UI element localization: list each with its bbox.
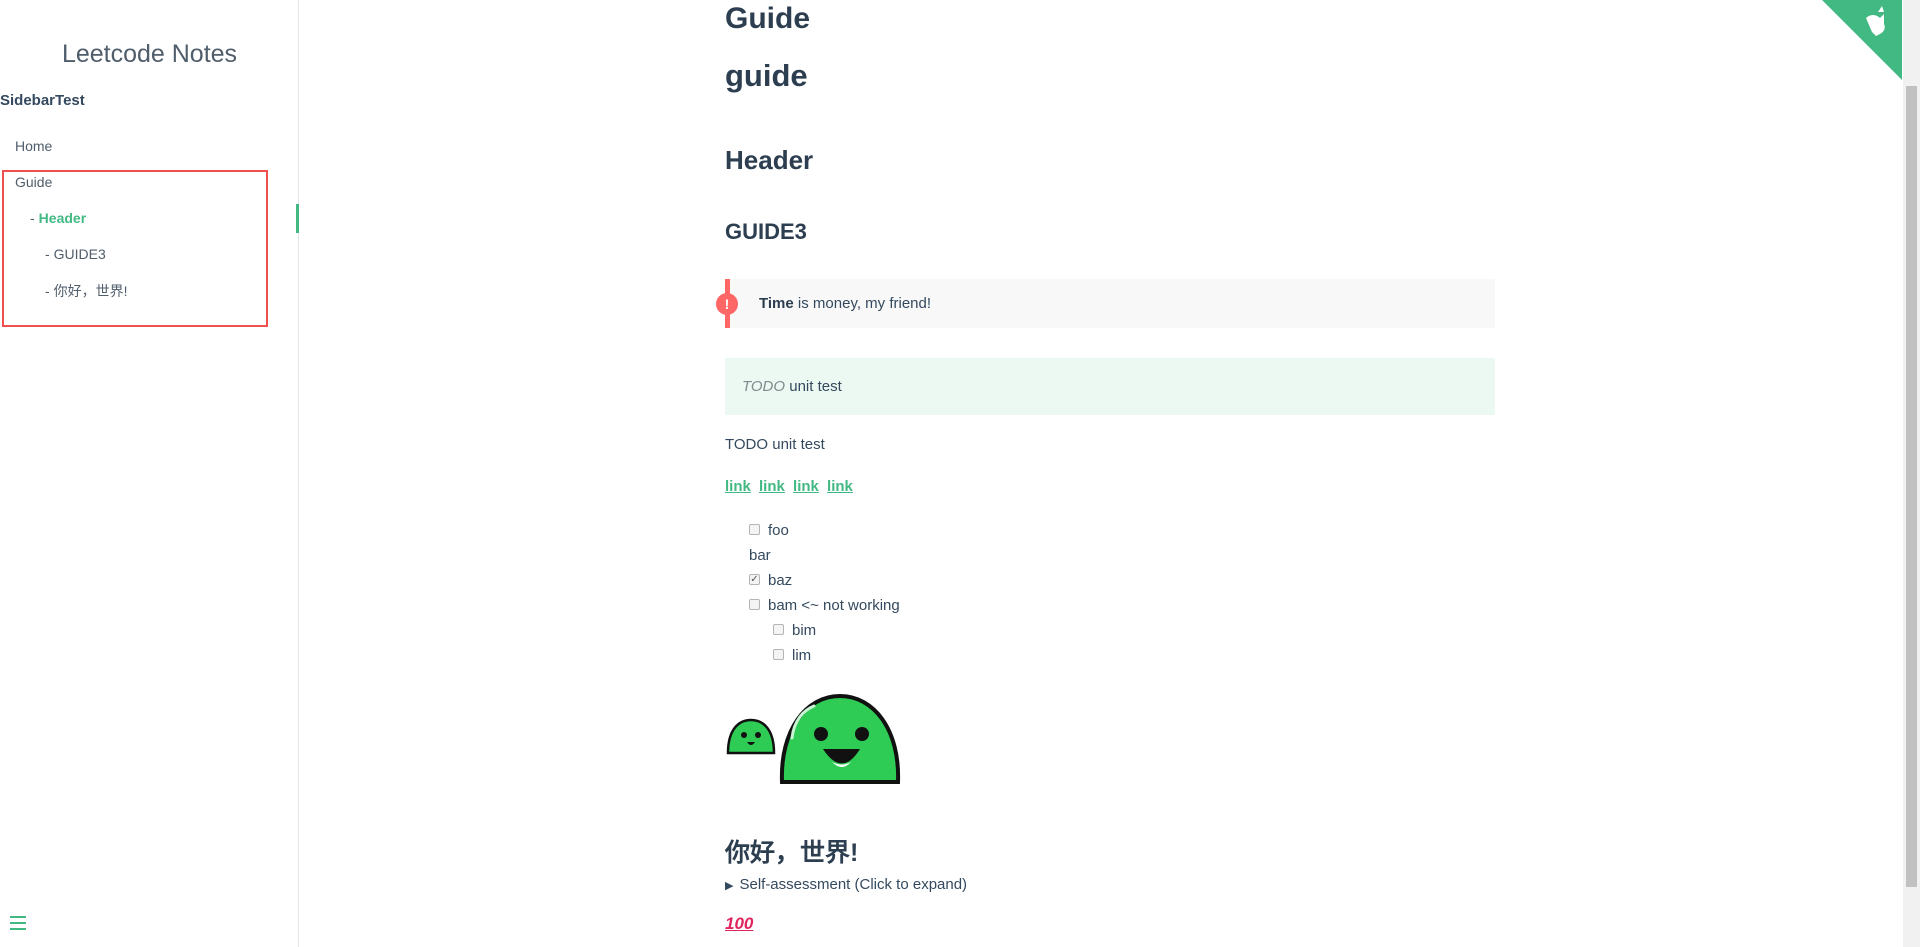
heading-hello-world: 你好，世界!: [725, 839, 859, 867]
heading-guide3: GUIDE3: [725, 219, 807, 244]
paragraph: TODO unit test: [725, 436, 825, 453]
task-checkbox[interactable]: [773, 623, 784, 635]
github-corner-icon[interactable]: [1822, 0, 1902, 80]
scrollbar-thumb[interactable]: [1906, 86, 1917, 887]
task-checkbox[interactable]: [773, 648, 784, 660]
sidebar: Leetcode Notes SidebarTest Home Guide -H…: [0, 0, 299, 947]
page-title: Guide: [725, 2, 811, 35]
task-label: bam <~ not working: [768, 597, 900, 614]
task-checkbox-checked[interactable]: ✓: [749, 573, 760, 585]
link[interactable]: link: [759, 478, 785, 495]
task-item-baz: ✓ baz: [749, 572, 792, 589]
app-name[interactable]: Leetcode Notes: [0, 40, 299, 69]
alert-icon: !: [716, 293, 738, 315]
heading-guide: guide: [725, 58, 808, 93]
tip-text: is money, my friend!: [793, 295, 932, 312]
active-section-indicator: [296, 204, 299, 233]
sidebar-item-home[interactable]: Home: [15, 138, 52, 154]
tip-strong: Time: [759, 295, 794, 312]
large-blob-image: [779, 693, 901, 784]
tip-callout: ! Time is money, my friend!: [716, 279, 1495, 328]
task-checkbox[interactable]: [749, 598, 760, 610]
heading-header: Header: [725, 145, 814, 175]
todo-emphasis: TODO: [742, 378, 786, 395]
todo-text: unit test: [785, 378, 842, 395]
todo-callout: TODO unit test: [725, 358, 1495, 415]
link[interactable]: link: [725, 478, 751, 495]
link[interactable]: link: [827, 478, 853, 495]
task-checkbox[interactable]: [749, 523, 760, 535]
link[interactable]: link: [793, 478, 819, 495]
highlight-box: [2, 170, 268, 327]
small-blob-image: [726, 718, 776, 755]
task-item-foo: foo: [749, 522, 789, 539]
task-item-bam: bam <~ not working: [749, 597, 900, 614]
task-item-bim: bim: [773, 622, 816, 639]
details-summary[interactable]: ▶ Self-assessment (Click to expand): [725, 876, 967, 893]
task-label: lim: [792, 647, 812, 664]
task-item-bar: bar: [749, 547, 771, 564]
details-summary-label: Self-assessment (Click to expand): [739, 876, 968, 893]
task-label: bim: [792, 622, 817, 639]
expand-triangle-icon: ▶: [725, 880, 734, 892]
menu-toggle-icon[interactable]: [10, 916, 26, 932]
task-label: bar: [749, 547, 771, 564]
sidebar-heading: SidebarTest: [0, 92, 85, 109]
task-item-lim: lim: [773, 647, 811, 664]
task-label: foo: [768, 522, 789, 539]
task-label: baz: [768, 572, 793, 589]
sidebar-item-label: Home: [15, 138, 53, 154]
link-row: link link link link: [725, 478, 857, 495]
hundred-points-emoji: 100: [725, 914, 754, 933]
